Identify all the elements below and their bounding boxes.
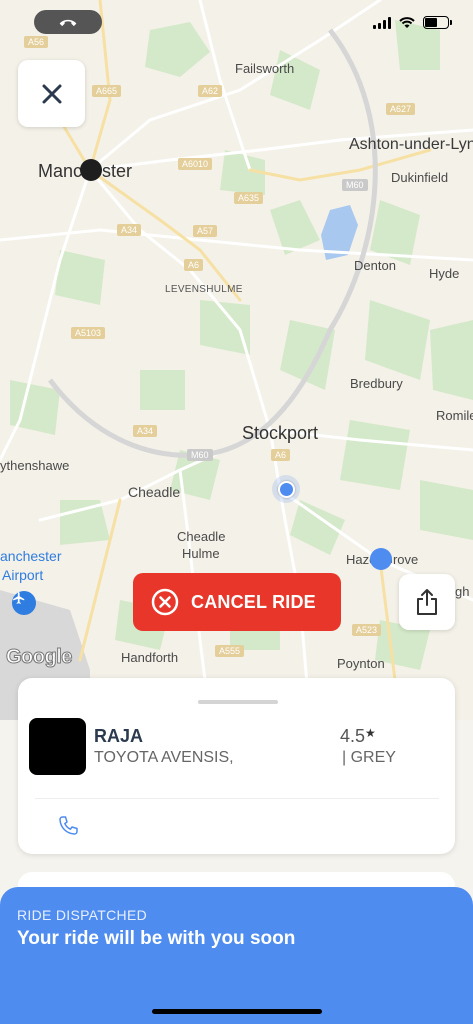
map-label-bredbury: Bredbury	[350, 376, 403, 391]
ride-status-title: Your ride will be with you soon	[17, 928, 296, 949]
map-label-cheadle-hulme-2: Hulme	[182, 546, 220, 561]
road-shield-a523: A523	[352, 624, 382, 636]
share-icon	[417, 589, 437, 615]
map-label-high-lane: gh L	[455, 584, 473, 599]
current-location-marker[interactable]	[278, 481, 295, 498]
road-shield-m60-north: M60	[342, 179, 368, 191]
road-shield-a62: A62	[198, 85, 223, 97]
wifi-icon	[399, 16, 415, 28]
google-attribution: Google	[6, 646, 73, 669]
driver-location-marker[interactable]	[370, 548, 392, 570]
pickup-marker[interactable]	[80, 159, 102, 181]
map-label-poynton: Poynton	[337, 656, 385, 671]
road-shield-m60-south: M60	[187, 449, 213, 461]
ride-status-banner[interactable]: RIDE DISPATCHED Your ride will be with y…	[0, 887, 473, 1024]
cancel-circle-icon	[151, 588, 179, 616]
road-shield-a34: A34	[117, 224, 142, 236]
map-label-ashton: Ashton-under-Lyn	[349, 136, 473, 153]
road-shield-a34-south: A34	[133, 425, 158, 437]
map-label-hyde: Hyde	[429, 266, 460, 281]
ride-status-caption: RIDE DISPATCHED	[17, 907, 147, 923]
road-shield-a627: A627	[386, 103, 416, 115]
map-label-failsworth: Failsworth	[235, 61, 295, 76]
status-icons	[373, 16, 452, 29]
road-shield-a57: A57	[193, 225, 218, 237]
card-divider	[35, 798, 439, 799]
map-label-levenshulme: LEVENSHULME	[165, 284, 243, 295]
road-shield-a6-south: A6	[271, 449, 291, 461]
map-label-cheadle: Cheadle	[128, 484, 181, 500]
active-call-pill[interactable]	[34, 10, 102, 34]
map-label-cheadle-hulme-1: Cheadle	[177, 529, 226, 544]
cancel-ride-button[interactable]: CANCEL RIDE	[133, 573, 341, 631]
map-label-airport-2: Airport	[2, 567, 44, 583]
sheet-grabber[interactable]	[198, 700, 278, 704]
road-shield-a635: A635	[234, 192, 264, 204]
car-model: TOYOTA AVENSIS,	[94, 749, 234, 766]
driver-rating: 4.5★	[340, 726, 376, 747]
map-label-handforth: Handforth	[121, 650, 179, 665]
road-shield-a5103: A5103	[71, 327, 106, 339]
airport-icon	[12, 591, 36, 615]
road-shield-a6010: A6010	[178, 158, 213, 170]
battery-icon	[423, 16, 452, 29]
map-label-stockport: Stockport	[242, 423, 319, 443]
close-icon	[42, 84, 61, 103]
cancel-ride-label: CANCEL RIDE	[191, 591, 316, 612]
phone-icon[interactable]	[56, 814, 80, 838]
road-shield-a56: A56	[24, 36, 49, 48]
rating-value: 4.5	[340, 726, 366, 746]
close-button[interactable]	[18, 60, 85, 127]
map-label-wythenshawe: ythenshawe	[0, 458, 70, 473]
rating-star-icon: ★	[365, 726, 376, 740]
road-shield-a6-north: A6	[184, 259, 204, 271]
road-shield-a555: A555	[215, 645, 245, 657]
map-label-denton: Denton	[354, 258, 396, 273]
phone-hangup-icon	[59, 19, 77, 27]
map-label-airport-1: anchester	[0, 548, 62, 564]
road-shield-a665: A665	[92, 85, 122, 97]
home-indicator[interactable]	[152, 1009, 322, 1014]
driver-card[interactable]: RAJA TOYOTA AVENSIS, 4.5★ | GREY	[18, 678, 455, 854]
map-label-dukinfield: Dukinfield	[391, 170, 449, 185]
driver-name: RAJA	[94, 726, 144, 746]
map-label-romiley: Romile	[436, 408, 473, 423]
share-button[interactable]	[399, 574, 455, 630]
battery-level	[425, 18, 438, 27]
car-color: | GREY	[342, 749, 396, 766]
driver-avatar	[29, 718, 86, 775]
cellular-signal-icon	[373, 16, 391, 29]
